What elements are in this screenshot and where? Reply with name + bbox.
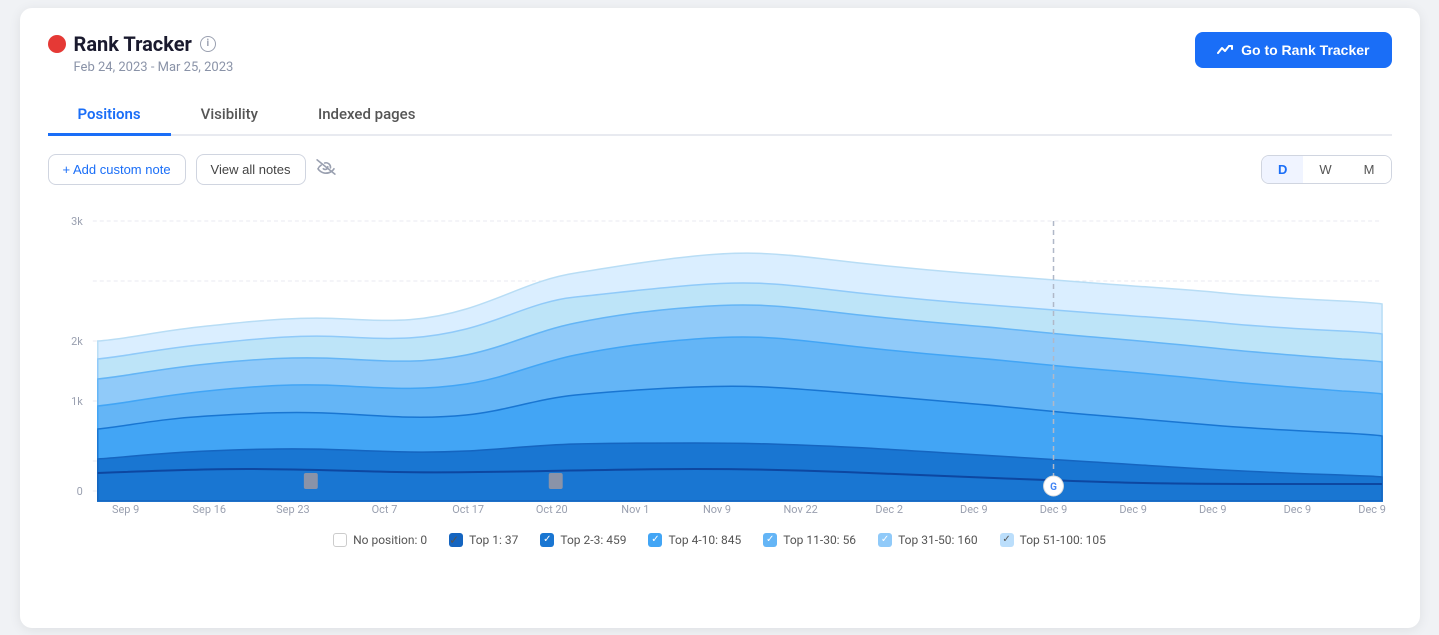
period-buttons: D W M bbox=[1261, 155, 1392, 184]
header: Rank Tracker i Feb 24, 2023 - Mar 25, 20… bbox=[48, 32, 1392, 75]
legend-top410-label: Top 4-10: 845 bbox=[668, 533, 741, 547]
svg-text:Sep 9: Sep 9 bbox=[111, 502, 138, 515]
toolbar: + Add custom note View all notes D W M bbox=[48, 154, 1392, 185]
svg-text:Dec 9: Dec 9 bbox=[1283, 502, 1311, 515]
tab-positions[interactable]: Positions bbox=[48, 95, 171, 136]
svg-text:0: 0 bbox=[76, 484, 82, 497]
svg-text:Oct 7: Oct 7 bbox=[371, 502, 397, 515]
legend-top23[interactable]: ✓ Top 2-3: 459 bbox=[540, 533, 626, 547]
svg-text:Dec 9: Dec 9 bbox=[1039, 502, 1067, 515]
svg-text:2k: 2k bbox=[71, 334, 83, 347]
toolbar-left: + Add custom note View all notes bbox=[48, 154, 336, 185]
date-range: Feb 24, 2023 - Mar 25, 2023 bbox=[74, 60, 234, 75]
tabs: Positions Visibility Indexed pages bbox=[48, 95, 1392, 136]
legend-top1130-icon: ✓ bbox=[763, 533, 777, 547]
period-day-button[interactable]: D bbox=[1262, 156, 1303, 183]
legend-top51100[interactable]: ✓ Top 51-100: 105 bbox=[1000, 533, 1106, 547]
legend-top1[interactable]: ✓ Top 1: 37 bbox=[449, 533, 518, 547]
chart-svg: 3k 2k 1k 0 bbox=[48, 201, 1392, 521]
eye-slash-icon[interactable] bbox=[316, 159, 336, 179]
svg-text:Nov 22: Nov 22 bbox=[783, 502, 817, 515]
svg-text:Sep 23: Sep 23 bbox=[276, 502, 309, 515]
status-dot bbox=[48, 35, 66, 53]
add-custom-note-button[interactable]: + Add custom note bbox=[48, 154, 186, 185]
rank-tracker-card: Rank Tracker i Feb 24, 2023 - Mar 25, 20… bbox=[20, 8, 1420, 628]
svg-text:Nov 1: Nov 1 bbox=[621, 502, 649, 515]
legend-no-position-icon bbox=[333, 533, 347, 547]
legend-top3150-label: Top 31-50: 160 bbox=[898, 533, 978, 547]
svg-text:Dec 2: Dec 2 bbox=[875, 502, 903, 515]
legend-top23-label: Top 2-3: 459 bbox=[560, 533, 626, 547]
note-marker-1[interactable] bbox=[303, 473, 317, 489]
view-notes-label: View all notes bbox=[211, 162, 291, 177]
period-week-button[interactable]: W bbox=[1303, 156, 1347, 183]
legend-top3150-icon: ✓ bbox=[878, 533, 892, 547]
svg-text:Dec 9: Dec 9 bbox=[1119, 502, 1147, 515]
svg-text:Oct 20: Oct 20 bbox=[535, 502, 567, 515]
legend-top1130-label: Top 11-30: 56 bbox=[783, 533, 856, 547]
svg-text:3k: 3k bbox=[71, 214, 83, 227]
legend-top1-icon: ✓ bbox=[449, 533, 463, 547]
header-left: Rank Tracker i Feb 24, 2023 - Mar 25, 20… bbox=[48, 32, 234, 75]
period-month-button[interactable]: M bbox=[1348, 156, 1391, 183]
info-icon[interactable]: i bbox=[200, 36, 216, 52]
svg-text:Nov 9: Nov 9 bbox=[702, 502, 730, 515]
svg-text:Dec 9: Dec 9 bbox=[1358, 502, 1386, 515]
chart-area: 3k 2k 1k 0 bbox=[48, 201, 1392, 521]
legend-top51100-icon: ✓ bbox=[1000, 533, 1014, 547]
legend-top51100-label: Top 51-100: 105 bbox=[1020, 533, 1106, 547]
svg-text:1k: 1k bbox=[71, 394, 83, 407]
legend-top410[interactable]: ✓ Top 4-10: 845 bbox=[648, 533, 741, 547]
svg-text:Dec 9: Dec 9 bbox=[1199, 502, 1227, 515]
legend-no-position-label: No position: 0 bbox=[353, 533, 427, 547]
legend-no-position[interactable]: No position: 0 bbox=[333, 533, 427, 547]
legend-top3150[interactable]: ✓ Top 31-50: 160 bbox=[878, 533, 978, 547]
view-all-notes-button[interactable]: View all notes bbox=[196, 154, 306, 185]
header-title: Rank Tracker i bbox=[48, 32, 234, 56]
chart-legend: No position: 0 ✓ Top 1: 37 ✓ Top 2-3: 45… bbox=[48, 533, 1392, 547]
svg-text:Dec 9: Dec 9 bbox=[960, 502, 988, 515]
legend-top23-icon: ✓ bbox=[540, 533, 554, 547]
legend-top410-icon: ✓ bbox=[648, 533, 662, 547]
trend-icon bbox=[1217, 42, 1233, 58]
go-button-label: Go to Rank Tracker bbox=[1241, 42, 1369, 58]
svg-text:G: G bbox=[1050, 481, 1057, 492]
tab-visibility[interactable]: Visibility bbox=[171, 95, 288, 136]
add-note-label: + Add custom note bbox=[63, 162, 171, 177]
note-marker-2[interactable] bbox=[548, 473, 562, 489]
app-title: Rank Tracker bbox=[74, 32, 192, 56]
tab-indexed-pages[interactable]: Indexed pages bbox=[288, 95, 445, 136]
svg-text:Oct 17: Oct 17 bbox=[452, 502, 484, 515]
go-to-rank-tracker-button[interactable]: Go to Rank Tracker bbox=[1195, 32, 1391, 68]
svg-text:Sep 16: Sep 16 bbox=[192, 502, 225, 515]
legend-top1-label: Top 1: 37 bbox=[469, 533, 518, 547]
legend-top1130[interactable]: ✓ Top 11-30: 56 bbox=[763, 533, 856, 547]
